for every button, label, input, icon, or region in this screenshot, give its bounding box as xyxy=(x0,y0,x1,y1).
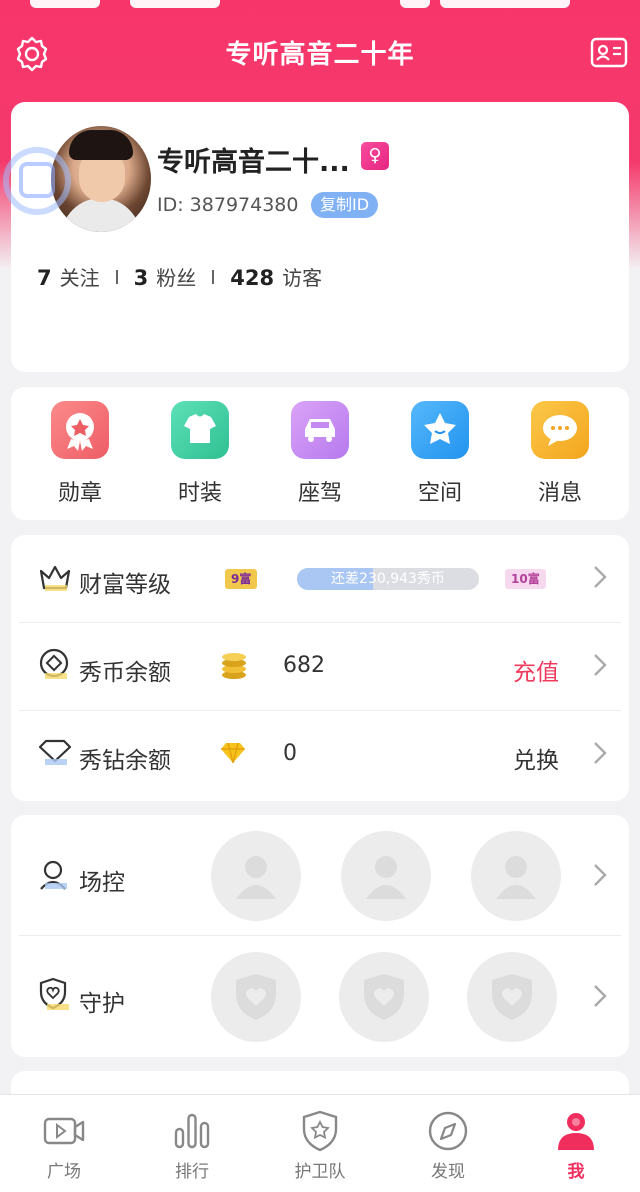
quick-link-medal[interactable]: 勋章 xyxy=(20,401,140,507)
quick-link-space[interactable]: 空间 xyxy=(380,401,500,507)
profile-stats: 7 关注 3 粉丝 428 访客 xyxy=(37,262,322,291)
chevron-right-icon xyxy=(594,654,607,676)
shield-star-icon xyxy=(298,1109,342,1153)
page-title: 专听高音二十年 xyxy=(225,40,415,70)
car-icon xyxy=(291,401,349,459)
coin-balance-value: 682 xyxy=(283,653,325,678)
coin-balance-row[interactable]: 秀币余额 682 充值 xyxy=(11,623,629,711)
room-control-row[interactable]: 场控 xyxy=(11,815,629,936)
quick-link-label: 座驾 xyxy=(297,481,342,506)
crown-icon xyxy=(37,559,73,595)
shield-heart-icon xyxy=(37,976,73,1012)
title-bar: 专听高音二十年 xyxy=(0,24,640,80)
tab-label: 发现 xyxy=(431,1162,465,1182)
profile-card: 专听高音二十... ♀ ID: 387974380 复制ID 7 关注 3 粉丝 4… xyxy=(3,102,629,372)
recharge-button[interactable]: 充值 xyxy=(513,653,559,687)
wallet-card: 财富等级 9富 还差230,943秀币 10富 秀币余额 682 充值 秀钻余额… xyxy=(11,535,629,801)
quick-links: 勋章 时装 座驾 空间 消息 xyxy=(11,387,629,520)
stat-divider xyxy=(212,269,215,284)
status-bar xyxy=(0,0,640,14)
yellow-diamond-icon xyxy=(219,741,247,769)
stat-divider xyxy=(115,269,118,284)
control-slot-empty xyxy=(341,831,431,921)
room-control-label: 场控 xyxy=(79,870,125,896)
guard-slot-empty xyxy=(339,952,429,1042)
diamond-balance-row[interactable]: 秀钻余额 0 兑换 xyxy=(11,711,629,799)
diamond-outline-icon xyxy=(37,735,73,771)
female-icon: ♀ xyxy=(361,142,389,170)
quick-link-label: 时装 xyxy=(177,481,222,506)
tab-label: 护卫队 xyxy=(294,1162,346,1182)
medal-icon xyxy=(51,401,109,459)
bar-chart-icon xyxy=(170,1109,214,1153)
wealth-progress-bar: 还差230,943秀币 xyxy=(297,568,479,590)
diamond-balance-label: 秀钻余额 xyxy=(79,748,171,774)
compass-icon xyxy=(426,1109,470,1153)
tab-plaza[interactable]: 广场 xyxy=(19,1109,109,1182)
tab-discover[interactable]: 发现 xyxy=(403,1109,493,1182)
chevron-right-icon xyxy=(594,864,607,886)
user-id: ID: 387974380 xyxy=(157,194,299,216)
tab-guard-team[interactable]: 护卫队 xyxy=(275,1109,365,1182)
fans-stat[interactable]: 3 粉丝 xyxy=(134,262,197,291)
coin-outline-icon xyxy=(37,647,73,683)
id-card-icon[interactable] xyxy=(590,36,628,70)
chat-icon xyxy=(531,401,589,459)
next-level-badge: 10富 xyxy=(505,569,546,589)
guard-label: 守护 xyxy=(79,991,125,1017)
coin-balance-label: 秀币余额 xyxy=(79,660,171,686)
guard-slot-empty xyxy=(211,952,301,1042)
quick-link-car[interactable]: 座驾 xyxy=(260,401,380,507)
copy-id-button[interactable]: 复制ID xyxy=(311,192,379,218)
wealth-level-label: 财富等级 xyxy=(79,572,171,598)
gold-coins-icon xyxy=(219,649,249,685)
tab-label: 广场 xyxy=(47,1162,81,1182)
person-outline-icon xyxy=(37,857,73,893)
quick-link-message[interactable]: 消息 xyxy=(500,401,620,507)
tab-ranking[interactable]: 排行 xyxy=(147,1109,237,1182)
quick-link-label: 勋章 xyxy=(57,481,102,506)
admin-guard-card: 场控 守护 xyxy=(11,815,629,1057)
tab-label: 排行 xyxy=(175,1162,209,1182)
bottom-tab-bar: 广场 排行 护卫队 发现 我 xyxy=(0,1094,640,1192)
wealth-level-row[interactable]: 财富等级 9富 还差230,943秀币 10富 xyxy=(11,535,629,623)
visitors-stat[interactable]: 428 访客 xyxy=(230,262,322,291)
shirt-icon xyxy=(171,401,229,459)
wealth-progress-text: 还差230,943秀币 xyxy=(331,571,445,587)
exchange-button[interactable]: 兑换 xyxy=(513,741,559,775)
guard-slot-empty xyxy=(467,952,557,1042)
user-icon xyxy=(554,1109,598,1153)
tab-label: 我 xyxy=(567,1162,585,1182)
control-slot-empty xyxy=(471,831,561,921)
quick-link-label: 消息 xyxy=(537,481,582,506)
control-slot-empty xyxy=(211,831,301,921)
quick-link-label: 空间 xyxy=(417,481,462,506)
assistive-touch-inner xyxy=(19,162,55,198)
diamond-balance-value: 0 xyxy=(283,741,297,766)
current-level-badge: 9富 xyxy=(225,569,258,589)
following-stat[interactable]: 7 关注 xyxy=(37,262,100,291)
star-icon xyxy=(411,401,469,459)
nickname: 专听高音二十... xyxy=(157,147,350,178)
chevron-right-icon xyxy=(594,742,607,764)
tab-me[interactable]: 我 xyxy=(531,1109,621,1182)
quick-link-fashion[interactable]: 时装 xyxy=(140,401,260,507)
chevron-right-icon xyxy=(594,566,607,588)
guard-row[interactable]: 守护 xyxy=(11,936,629,1057)
chevron-right-icon xyxy=(594,985,607,1007)
video-icon xyxy=(42,1109,86,1153)
